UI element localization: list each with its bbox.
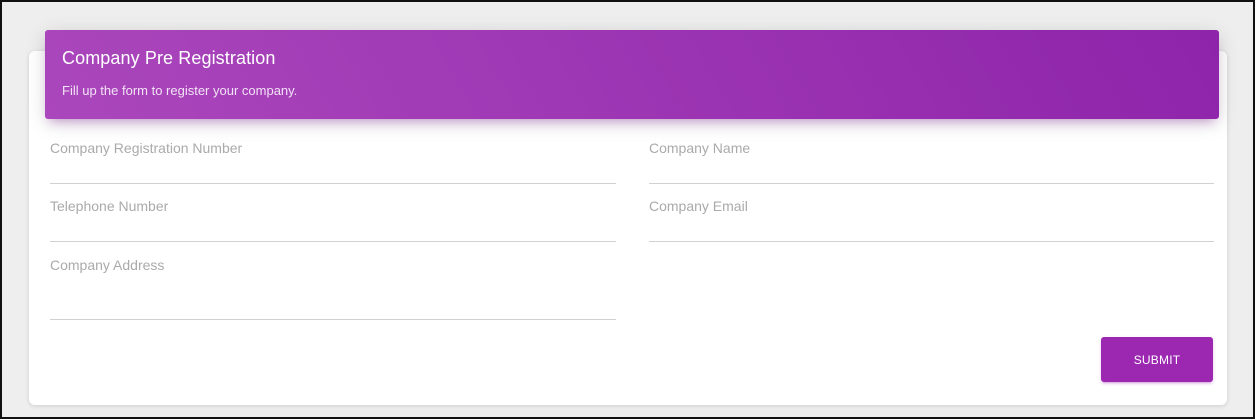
company-name-input[interactable] <box>649 140 1214 180</box>
submit-button[interactable]: SUBMIT <box>1101 337 1213 382</box>
company-registration-number-field: Company Registration Number <box>50 140 616 184</box>
company-name-underline <box>649 183 1214 184</box>
card-subtitle: Fill up the form to register your compan… <box>62 83 298 98</box>
company-email-input[interactable] <box>649 198 1214 238</box>
company-registration-number-underline <box>50 183 616 184</box>
telephone-number-field: Telephone Number <box>50 198 616 242</box>
telephone-number-input[interactable] <box>50 198 616 238</box>
company-registration-number-input[interactable] <box>50 140 616 180</box>
card-title: Company Pre Registration <box>62 48 276 68</box>
company-address-field: Company Address <box>50 257 616 320</box>
telephone-number-underline <box>50 241 616 242</box>
company-name-field: Company Name <box>649 140 1214 184</box>
card-header: Company Pre Registration Fill up the for… <box>45 30 1219 119</box>
company-email-field: Company Email <box>649 198 1214 242</box>
company-address-input[interactable] <box>50 257 616 317</box>
company-email-underline <box>649 241 1214 242</box>
company-address-underline <box>50 319 616 320</box>
